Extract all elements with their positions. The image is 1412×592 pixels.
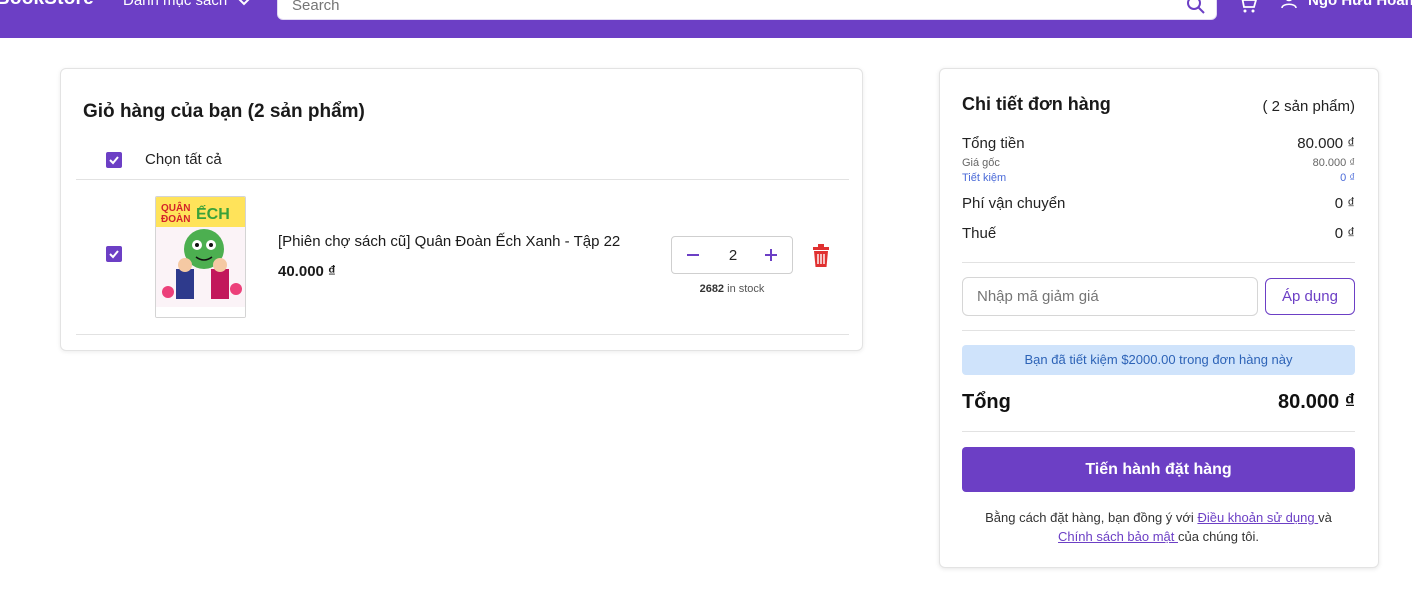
total-row: Tổng 80.000 ₫ bbox=[962, 391, 1355, 414]
item-checkbox[interactable] bbox=[106, 246, 122, 262]
select-all-label[interactable]: Chọn tất cả bbox=[145, 151, 222, 168]
brand-logo[interactable]: BookStore bbox=[0, 0, 94, 10]
svg-text:ẾCH: ẾCH bbox=[196, 204, 230, 223]
book-cover-image[interactable]: QUÂN ĐOÀN ẾCH bbox=[155, 196, 246, 318]
savings-row: Tiết kiệm 0 ₫ bbox=[962, 172, 1355, 184]
chevron-down-icon bbox=[239, 0, 250, 5]
tax-row: Thuế 0 ₫ bbox=[962, 225, 1355, 242]
original-value: 80.000 ₫ bbox=[1312, 157, 1355, 169]
savings-notice: Bạn đã tiết kiệm $2000.00 trong đơn hàng… bbox=[962, 345, 1355, 375]
stock-info: 2682 in stock bbox=[671, 283, 793, 295]
summary-divider bbox=[962, 431, 1355, 432]
user-menu[interactable]: Ngô Hữu Hoàn bbox=[1280, 0, 1412, 9]
terms-text: Bằng cách đặt hàng, bạn đồng ý với Điều … bbox=[962, 508, 1355, 546]
original-label: Giá gốc bbox=[962, 157, 1000, 169]
savings-value: 0 ₫ bbox=[1340, 172, 1355, 184]
item-price: 40.000 ₫ bbox=[278, 263, 336, 280]
cart-divider bbox=[76, 179, 849, 180]
summary-count: ( 2 sản phẩm) bbox=[1262, 98, 1355, 115]
quantity-stepper: 2 bbox=[671, 236, 793, 274]
cart-panel: Giỏ hàng của bạn (2 sản phẩm) Chọn tất c… bbox=[60, 68, 863, 351]
subtotal-label: Tổng tiền bbox=[962, 135, 1025, 152]
trash-icon[interactable] bbox=[810, 244, 832, 268]
tax-value: 0 ₫ bbox=[1334, 225, 1355, 242]
subtotal-value: 80.000 ₫ bbox=[1297, 135, 1355, 152]
terms-and: và bbox=[1318, 510, 1332, 525]
total-label: Tổng bbox=[962, 391, 1011, 413]
shipping-label: Phí vận chuyển bbox=[962, 195, 1066, 212]
savings-label: Tiết kiệm bbox=[962, 172, 1007, 184]
tax-label: Thuế bbox=[962, 225, 997, 242]
stock-suffix: in stock bbox=[724, 283, 765, 295]
search-icon[interactable] bbox=[1186, 0, 1206, 15]
total-value: 80.000 ₫ bbox=[1278, 391, 1355, 413]
checkmark-icon bbox=[109, 250, 119, 259]
user-name: Ngô Hữu Hoàn bbox=[1308, 0, 1412, 9]
category-dropdown[interactable]: Danh mục sách bbox=[123, 0, 251, 9]
original-price-row: Giá gốc 80.000 ₫ bbox=[962, 157, 1355, 169]
promo-code-input[interactable] bbox=[962, 277, 1258, 316]
apply-promo-button[interactable]: Áp dụng bbox=[1265, 278, 1355, 315]
top-navbar: BookStore Danh mục sách Ngô Hữu Hoàn bbox=[0, 0, 1412, 38]
shipping-value: 0 ₫ bbox=[1334, 195, 1355, 212]
svg-text:QUÂN: QUÂN bbox=[161, 201, 190, 214]
summary-title: Chi tiết đơn hàng bbox=[962, 94, 1111, 114]
category-label: Danh mục sách bbox=[123, 0, 228, 9]
stock-count: 2682 bbox=[699, 283, 725, 295]
terms-prefix: Bằng cách đặt hàng, bạn đồng ý với bbox=[985, 510, 1198, 525]
place-order-button[interactable]: Tiến hành đặt hàng bbox=[962, 447, 1355, 492]
terms-link[interactable]: Điều khoản sử dụng bbox=[1197, 510, 1318, 525]
minus-icon[interactable] bbox=[682, 244, 704, 266]
search-input[interactable] bbox=[292, 0, 1152, 15]
terms-suffix: của chúng tôi. bbox=[1178, 529, 1259, 544]
cart-title: Giỏ hàng của bạn (2 sản phẩm) bbox=[83, 101, 365, 122]
book-cover-art: QUÂN ĐOÀN ẾCH bbox=[156, 197, 245, 317]
subtotal-row: Tổng tiền 80.000 ₫ bbox=[962, 135, 1355, 152]
summary-divider bbox=[962, 330, 1355, 331]
user-icon bbox=[1281, 0, 1297, 9]
summary-divider bbox=[962, 262, 1355, 263]
svg-text:ĐOÀN: ĐOÀN bbox=[161, 212, 190, 225]
select-all-checkbox[interactable] bbox=[106, 152, 122, 168]
cart-divider bbox=[76, 334, 849, 335]
cart-icon[interactable] bbox=[1238, 0, 1258, 14]
privacy-link[interactable]: Chính sách bảo mật bbox=[1058, 529, 1178, 544]
plus-icon[interactable] bbox=[760, 244, 782, 266]
item-name[interactable]: [Phiên chợ sách cũ] Quân Đoàn Ếch Xanh -… bbox=[278, 233, 620, 250]
quantity-value[interactable]: 2 bbox=[712, 247, 754, 264]
shipping-row: Phí vận chuyển 0 ₫ bbox=[962, 195, 1355, 212]
order-summary-panel: Chi tiết đơn hàng ( 2 sản phẩm) Tổng tiề… bbox=[939, 68, 1379, 568]
search-bar bbox=[277, 0, 1217, 20]
checkmark-icon bbox=[109, 156, 119, 165]
